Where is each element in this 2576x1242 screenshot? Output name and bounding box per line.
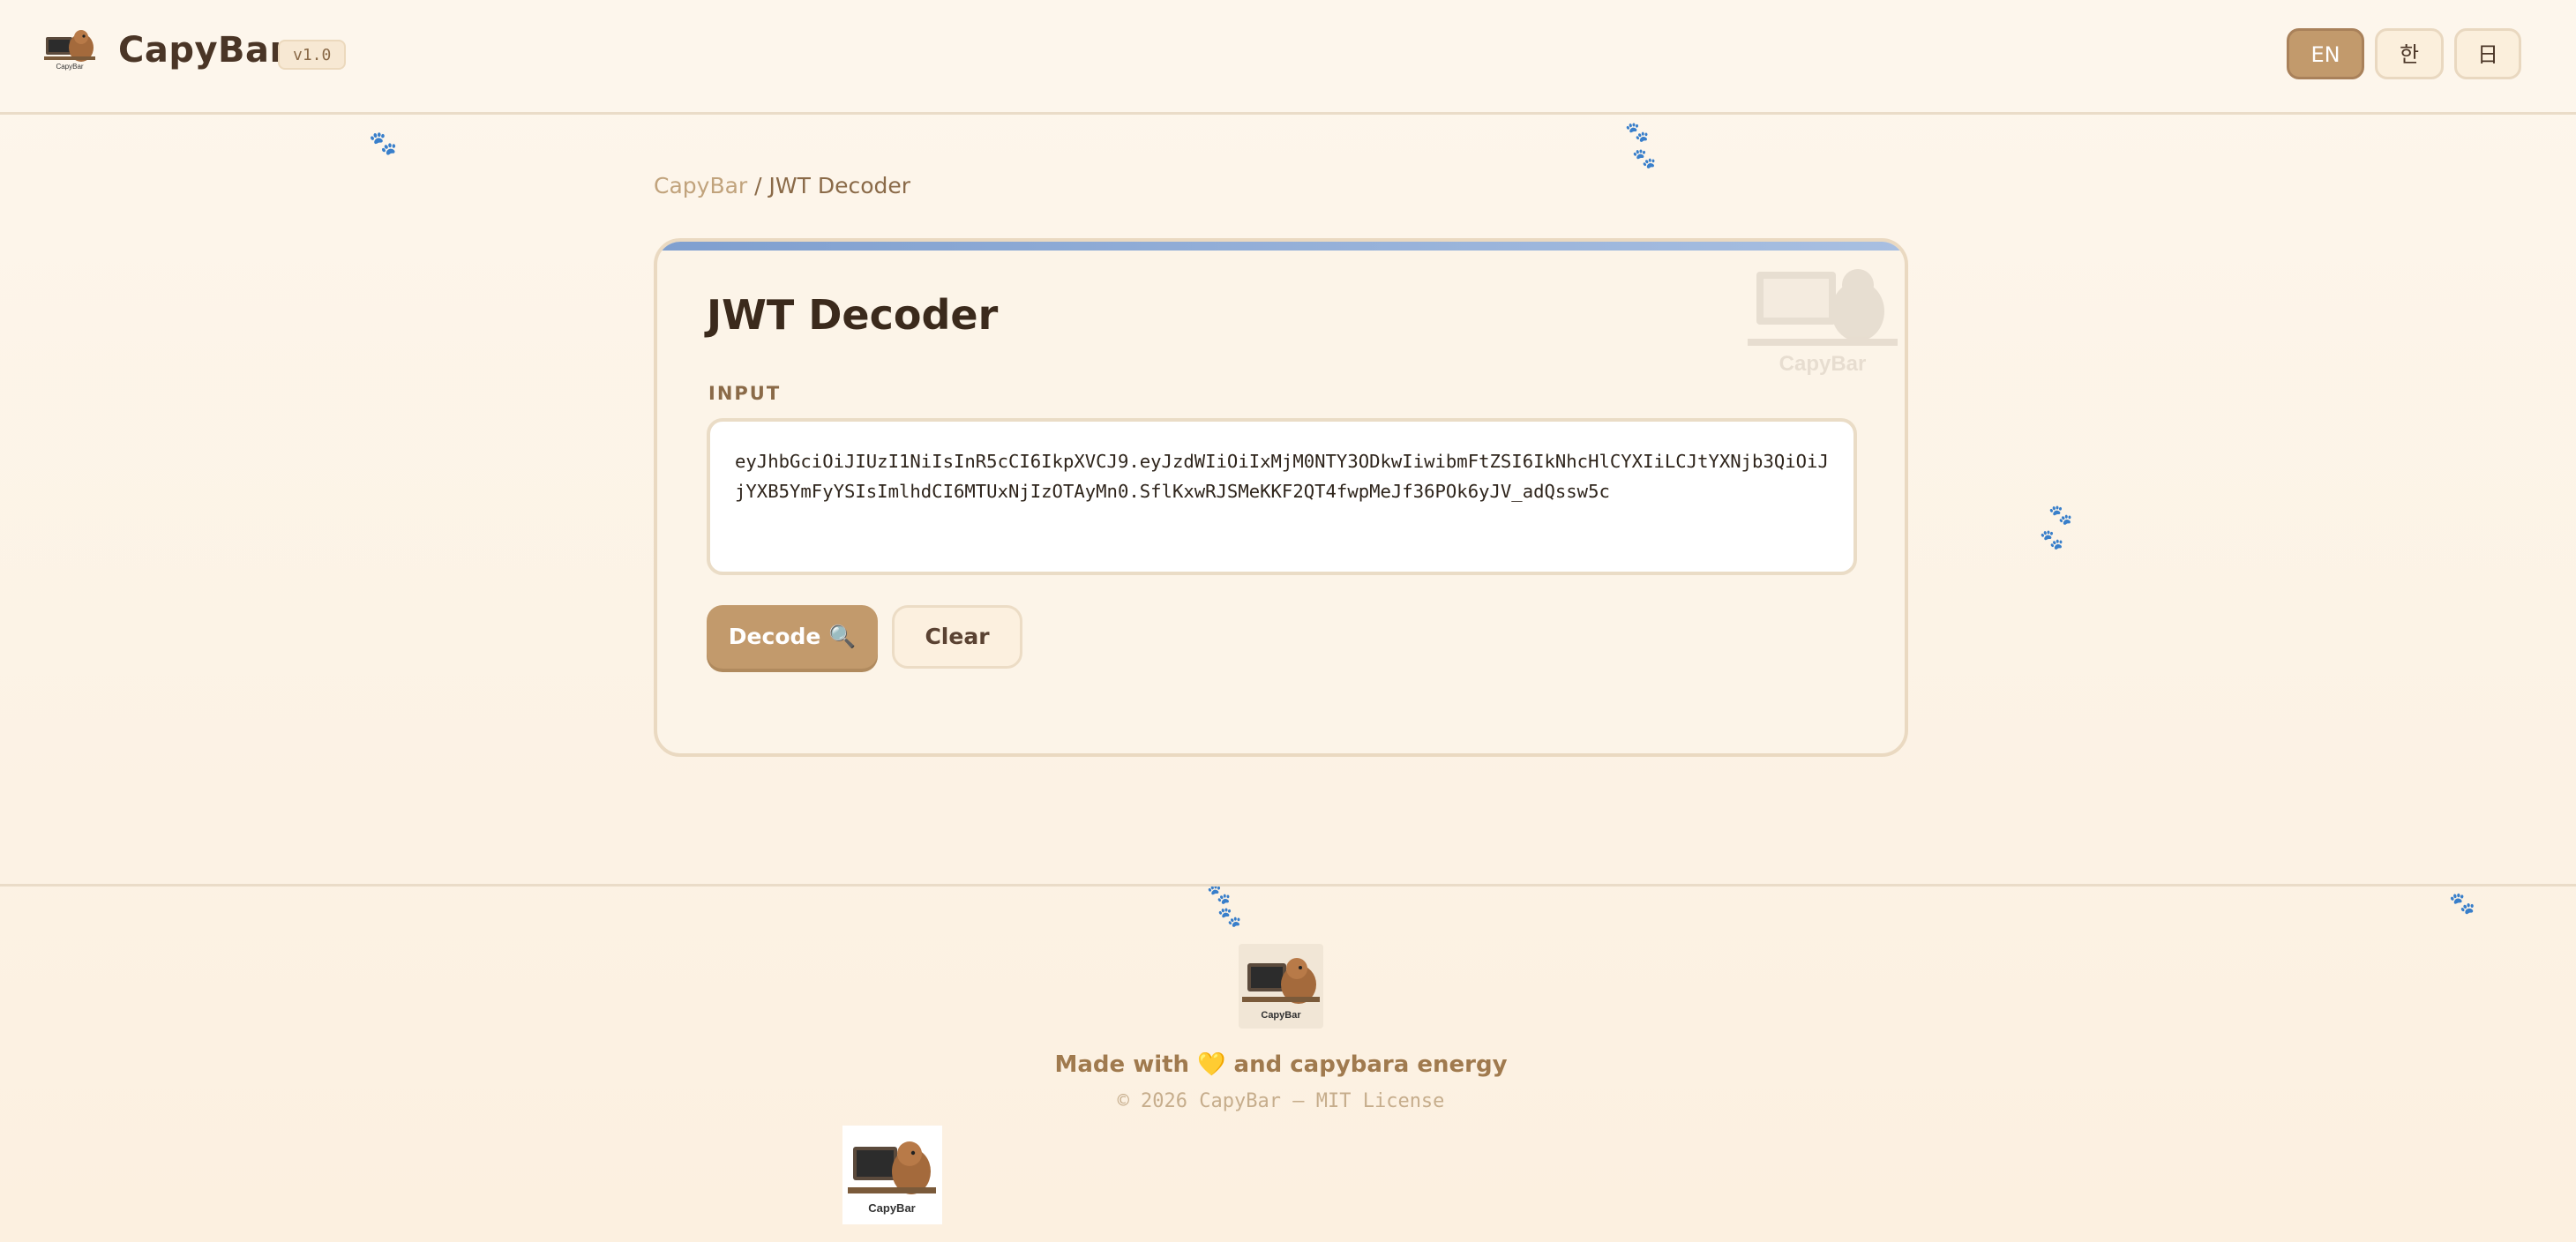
app-header: CapyBar CapyBar v1.0 EN 한 日 [0,0,2576,115]
paw-print-icon: 🐾 [2449,891,2475,916]
decode-button[interactable]: Decode 🔍 [707,605,878,669]
svg-text:CapyBar: CapyBar [1779,352,1867,376]
jwt-decoder-card: CapyBar JWT Decoder INPUT eyJhbGciOiJIUz… [654,238,1908,757]
capybara-watermark-icon: CapyBar [1748,269,1898,376]
paw-print-icon: 🐾 [2040,529,2064,551]
breadcrumb-separator: / [747,173,769,198]
language-button-en[interactable]: EN [2287,28,2364,79]
card-accent-bar [657,242,1905,251]
version-badge: v1.0 [278,40,347,70]
floating-logo-caption: CapyBar [868,1201,915,1215]
brand-name[interactable]: CapyBar [118,30,288,71]
paw-print-icon: 🐾 [1217,907,1242,929]
jwt-input-textarea[interactable]: eyJhbGciOiJIUzI1NiIsInR5cCI6IkpXVCJ9.eyJ… [707,418,1857,575]
jwt-input-value: eyJhbGciOiJIUzI1NiIsInR5cCI6IkpXVCJ9.eyJ… [735,451,1829,502]
footer-divider [0,884,2576,887]
breadcrumb: CapyBar / JWT Decoder [654,173,910,198]
footer-logo-caption: CapyBar [1261,1010,1301,1021]
language-button-ko[interactable]: 한 [2375,28,2444,79]
paw-print-icon: 🐾 [1207,884,1232,906]
capybar-floating-logo-icon: CapyBar [842,1126,942,1224]
paw-print-icon: 🐾 [1632,148,1657,170]
footer-made-with: Made with 💛 and capybara energy [1054,1051,1508,1078]
capybar-footer-logo-icon: CapyBar [1239,944,1323,1029]
paw-print-icon: 🐾 [1625,122,1650,144]
clear-button[interactable]: Clear [892,605,1022,669]
breadcrumb-home-link[interactable]: CapyBar [654,173,747,198]
breadcrumb-current: JWT Decoder [768,173,911,198]
page-title: JWT Decoder [707,291,999,339]
paw-print-icon: 🐾 [2048,505,2073,527]
svg-text:CapyBar: CapyBar [56,63,83,71]
footer-copyright: © 2026 CapyBar — MIT License [1117,1090,1445,1112]
language-button-ja[interactable]: 日 [2454,28,2521,79]
input-label: INPUT [708,383,782,404]
paw-print-icon: 🐾 [369,131,398,157]
capybar-logo-icon[interactable]: CapyBar [44,25,95,71]
